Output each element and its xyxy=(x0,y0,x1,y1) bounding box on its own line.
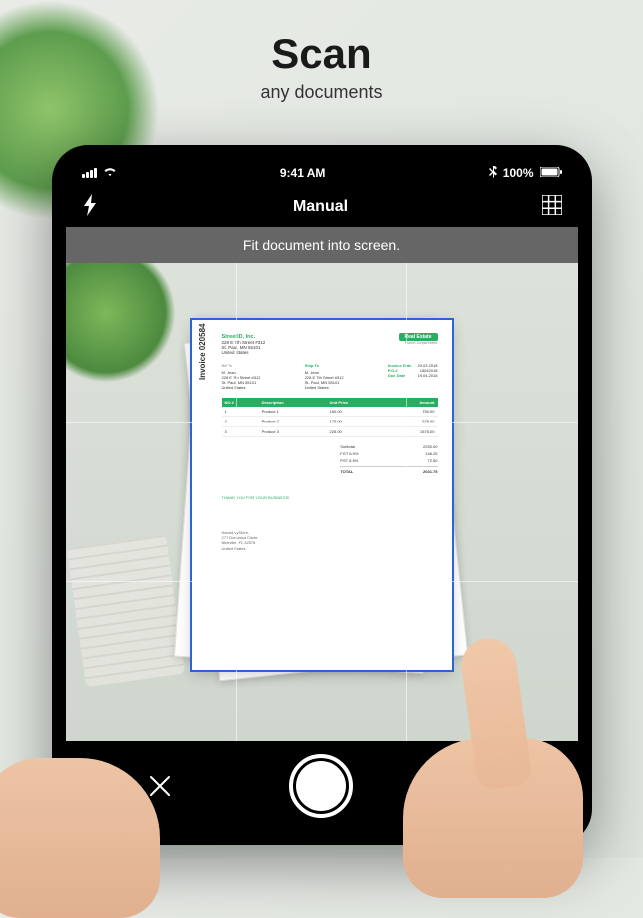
app-header: Manual xyxy=(66,187,578,227)
battery-icon xyxy=(540,166,562,180)
shutter-button[interactable] xyxy=(289,754,353,818)
mode-label[interactable]: Manual xyxy=(293,198,348,216)
status-time: 9:41 AM xyxy=(280,166,326,180)
tablet-device: 9:41 AM 100% Manual Fit document into sc… xyxy=(52,145,592,845)
close-button[interactable] xyxy=(140,766,180,806)
signal-icon xyxy=(82,168,97,178)
invoice-document: Invoice 020584 StreetID, Inc. 228 E 7th … xyxy=(192,320,452,670)
table-row: 1Product 1150.00750.00 xyxy=(222,407,438,417)
invoice-table: NO # Description Unit Price Amount 1Prod… xyxy=(222,398,438,437)
flash-icon[interactable] xyxy=(82,194,100,221)
promo-title: Scan xyxy=(0,30,643,78)
invoice-number-vertical: Invoice 020584 xyxy=(198,324,207,380)
grid-icon[interactable] xyxy=(542,195,562,220)
bluetooth-icon xyxy=(489,166,497,181)
promo-header: Scan any documents xyxy=(0,0,643,123)
tablet-screen: 9:41 AM 100% Manual Fit document into sc… xyxy=(66,159,578,831)
thumbnail-slot[interactable] xyxy=(463,766,503,806)
table-row: 3Product 3225.001575.00 xyxy=(222,427,438,437)
wifi-icon xyxy=(103,166,117,180)
hint-bar: Fit document into screen. xyxy=(66,227,578,263)
battery-pct: 100% xyxy=(503,166,534,180)
camera-viewfinder[interactable]: Invoice 020584 StreetID, Inc. 228 E 7th … xyxy=(66,263,578,741)
promo-subtitle: any documents xyxy=(0,82,643,103)
status-bar: 9:41 AM 100% xyxy=(66,159,578,187)
document-stack: Invoice 020584 StreetID, Inc. 228 E 7th … xyxy=(192,320,452,670)
table-row: 2Product 2175.00525.00 xyxy=(222,417,438,427)
capture-toolbar xyxy=(66,741,578,831)
